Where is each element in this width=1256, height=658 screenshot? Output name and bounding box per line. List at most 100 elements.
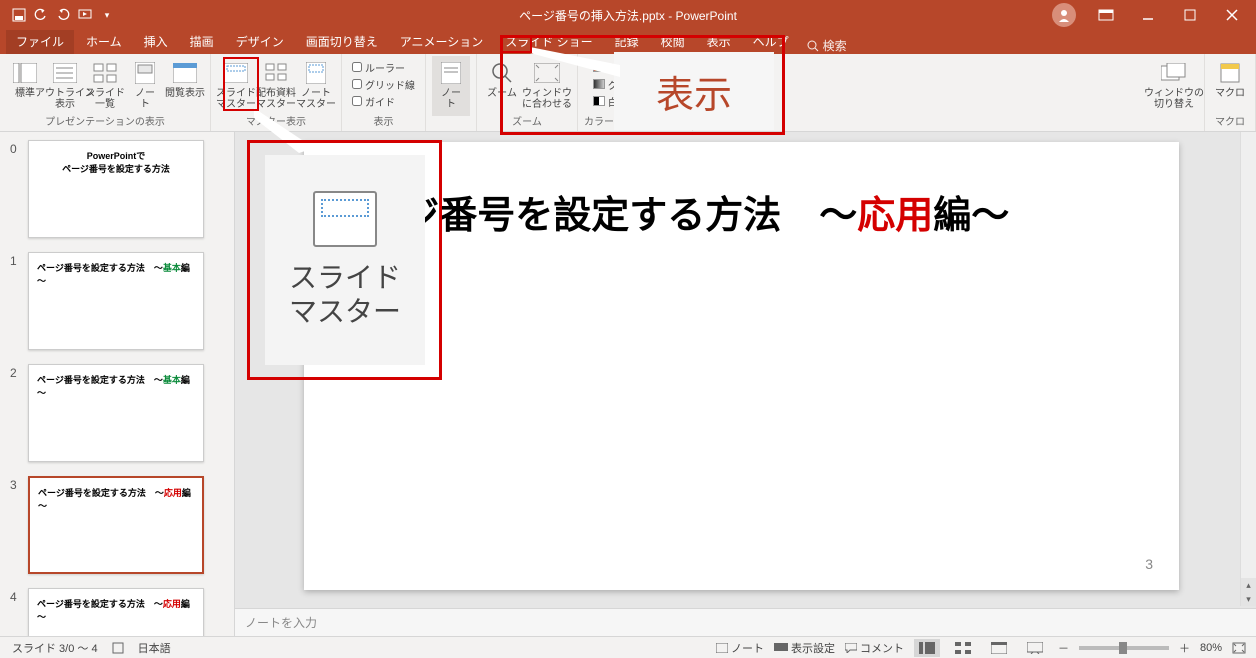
window-title: ページ番号の挿入方法.pptx - PowerPoint [519,7,737,24]
notes-pane[interactable]: ノートを入力 [235,608,1256,636]
group-zoom: ズーム ウィンドウ に合わせる ズーム [477,54,578,131]
zoom-button[interactable]: ズーム [483,56,521,112]
group-label-macros: マクロ [1215,112,1245,131]
work-area: 0 PowerPointでページ番号を設定する方法 1 ページ番号を設定する方法 ～基… [0,132,1256,636]
redo-icon[interactable] [54,6,72,24]
status-notes-button[interactable]: ノート [716,640,764,656]
zoom-in-button[interactable]: ＋ [1179,640,1190,656]
thumbnail-slide[interactable]: PowerPointでページ番号を設定する方法 [28,140,204,238]
tab-insert[interactable]: 挿入 [134,30,178,54]
zoom-slider[interactable] [1079,646,1169,650]
thumbnail-slide[interactable]: ページ番号を設定する方法 ～基本編～ [28,364,204,462]
slideshow-status-button[interactable] [1022,639,1048,657]
thumbnail-number: 4 [10,588,22,604]
tell-me-search[interactable]: 検索 [807,37,847,54]
slide-scrollbar[interactable]: ▴ ▾ [1240,132,1256,606]
current-slide[interactable]: ージ番号を設定する方法 ～応用編～ 3 [304,142,1179,590]
group-presentation-views: 標準 アウトライン 表示 スライド 一覧 ノー ト 閲覧表示 プレゼンテーション… [0,54,211,131]
close-button[interactable] [1220,3,1244,27]
slide-master-icon-large [313,191,377,247]
slide-counter[interactable]: スライド 3/0 ～ 4 [12,640,98,656]
switch-windows-button[interactable]: ウィンドウの 切り替え [1150,56,1198,116]
normal-view-status-button[interactable] [914,639,940,657]
tab-animations[interactable]: アニメーション [390,30,494,54]
handout-master-button[interactable]: 配布資料 マスター [257,56,295,112]
notes-master-button[interactable]: ノート マスター [297,56,335,112]
slide-sorter-status-button[interactable] [950,639,976,657]
tab-transitions[interactable]: 画面切り替え [296,30,388,54]
accessibility-icon[interactable] [112,642,124,654]
maximize-button[interactable] [1178,3,1202,27]
reading-view-button[interactable]: 閲覧表示 [166,56,204,112]
slide-master-button[interactable]: スライド マスター [217,56,255,112]
thumbnail-slide[interactable]: ページ番号を設定する方法 ～応用編～ [28,588,204,636]
outline-view-button[interactable]: アウトライン 表示 [46,56,84,112]
group-notes-toggle: ノー ト [426,54,477,131]
tab-help[interactable]: ヘルプ [743,30,799,54]
thumbnail-number: 1 [10,252,22,268]
group-label-master-views: マスター表示 [246,112,306,131]
reading-view-status-button[interactable] [986,639,1012,657]
ribbon-tabs: ファイル ホーム 挿入 描画 デザイン 画面切り替え アニメーション スライド … [0,30,1256,54]
search-label: 検索 [823,37,847,54]
tab-view[interactable]: 表示 [697,30,741,54]
slide-master-label-large: スライド マスター [289,261,401,328]
thumbnail-row[interactable]: 4 ページ番号を設定する方法 ～応用編～ [10,588,234,636]
window-controls [1052,3,1256,27]
tab-draw[interactable]: 描画 [180,30,224,54]
ribbon-display-options-icon[interactable] [1094,3,1118,27]
annotation-slide-master-zoom: スライド マスター [265,155,425,365]
thumbnail-slide[interactable]: ページ番号を設定する方法 ～応用編～ [28,476,204,574]
tab-file[interactable]: ファイル [6,30,74,54]
prev-slide-button[interactable]: ▴ [1241,578,1256,592]
fit-to-window-button[interactable]: ウィンドウ に合わせる [523,56,571,112]
language-indicator[interactable]: 日本語 [138,640,171,656]
thumbnail-number: 2 [10,364,22,380]
thumbnail-row[interactable]: 2 ページ番号を設定する方法 ～基本編～ [10,364,234,462]
slide-sorter-button[interactable]: スライド 一覧 [86,56,124,112]
macros-button[interactable]: マクロ [1211,56,1249,112]
minimize-button[interactable] [1136,3,1160,27]
account-avatar[interactable] [1052,3,1076,27]
group-master-views: スライド マスター 配布資料 マスター ノート マスター マスター表示 [211,54,342,131]
tab-slideshow[interactable]: スライド ショー [495,30,602,54]
next-slide-button[interactable]: ▾ [1241,592,1256,606]
status-display-settings-button[interactable]: 表示設定 [774,640,835,656]
group-window: ウィンドウの 切り替え [1144,54,1205,131]
notes-page-button[interactable]: ノー ト [126,56,164,112]
slide-page-number: 3 [1145,556,1153,572]
tab-design[interactable]: デザイン [226,30,294,54]
qat-dropdown-icon[interactable]: ▾ [98,6,116,24]
thumbnail-row[interactable]: 1 ページ番号を設定する方法 ～基本編～ [10,252,234,350]
start-from-beginning-icon[interactable] [76,6,94,24]
thumbnail-slide[interactable]: ページ番号を設定する方法 ～基本編～ [28,252,204,350]
quick-access-toolbar: ▾ [0,6,126,24]
notes-placeholder: ノートを入力 [245,616,317,630]
group-label-show: 表示 [374,112,394,131]
tab-review[interactable]: 校閲 [651,30,695,54]
tab-home[interactable]: ホーム [76,30,132,54]
tab-record[interactable]: 記録 [605,30,649,54]
slide-title: ージ番号を設定する方法 ～応用編～ [364,184,1119,239]
group-macros: マクロ マクロ [1205,54,1256,131]
fit-to-window-status-button[interactable] [1232,642,1246,654]
title-bar: ▾ ページ番号の挿入方法.pptx - PowerPoint [0,0,1256,30]
notes-toggle-button[interactable]: ノー ト [432,56,470,116]
status-bar: スライド 3/0 ～ 4 日本語 ノート 表示設定 コメント － ＋ 80% [0,636,1256,658]
thumbnail-number: 3 [10,476,22,492]
slide-thumbnail-panel[interactable]: 0 PowerPointでページ番号を設定する方法 1 ページ番号を設定する方法 ～基… [0,132,235,636]
thumbnail-number: 0 [10,140,22,156]
ruler-checkbox[interactable]: ルーラー [352,60,415,75]
group-label-presentation-views: プレゼンテーションの表示 [45,112,165,131]
status-comments-button[interactable]: コメント [845,640,904,656]
gridlines-checkbox[interactable]: グリッド線 [352,77,415,92]
annotation-view-zoom: 表示 [614,52,774,130]
zoom-level[interactable]: 80% [1200,642,1222,654]
save-icon[interactable] [10,6,28,24]
thumbnail-row[interactable]: 0 PowerPointでページ番号を設定する方法 [10,140,234,238]
undo-icon[interactable] [32,6,50,24]
thumbnail-row[interactable]: 3 ページ番号を設定する方法 ～応用編～ [10,476,234,574]
group-show: ルーラー グリッド線 ガイド 表示 [342,54,426,131]
guides-checkbox[interactable]: ガイド [352,94,415,109]
zoom-out-button[interactable]: － [1058,640,1069,656]
